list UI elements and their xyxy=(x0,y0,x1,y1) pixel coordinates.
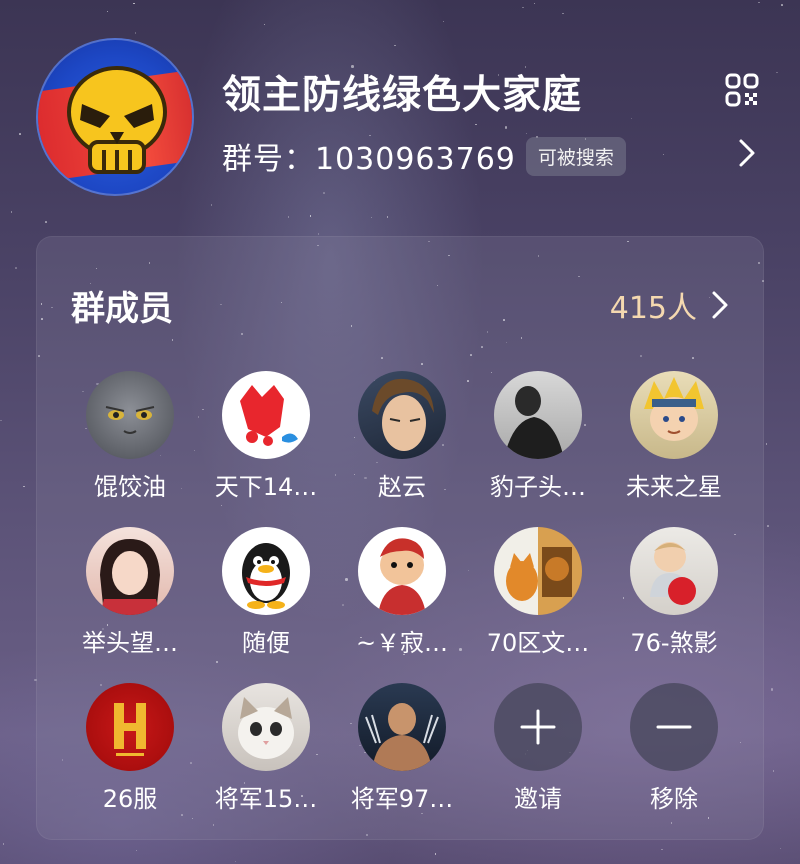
wolverine-avatar xyxy=(358,683,446,771)
member-count: 415人 xyxy=(609,291,697,326)
invite-member-button[interactable]: 邀请 xyxy=(470,683,606,814)
remove-member-button[interactable]: 移除 xyxy=(606,683,742,814)
member-item[interactable]: 举头望… xyxy=(62,527,198,658)
minus-icon xyxy=(630,683,718,771)
member-name: 随便 xyxy=(242,629,290,657)
qr-code-icon[interactable] xyxy=(724,72,760,108)
group-avatar[interactable] xyxy=(36,38,194,196)
kitten-avatar xyxy=(222,683,310,771)
remove-label: 移除 xyxy=(650,785,698,813)
member-name: 76-煞影 xyxy=(630,629,718,657)
member-item[interactable]: 76-煞影 xyxy=(606,527,742,658)
group-id: 群号：1030963769 xyxy=(222,142,516,177)
member-name: 未来之星 xyxy=(626,473,722,501)
photo-man-avatar xyxy=(494,371,582,459)
member-item[interactable]: 赵云 xyxy=(334,371,470,502)
member-item[interactable]: 随便 xyxy=(198,527,334,658)
member-name: 馄饺油 xyxy=(94,473,166,501)
cat-lion-avatar xyxy=(494,527,582,615)
member-item[interactable]: ~￥寂… xyxy=(334,527,470,658)
member-item[interactable]: 26服 xyxy=(62,683,198,814)
group-members-card: 群成员 415人 馄饺油 天下14… 赵云 豹子头… 未来之星 举头望… 随便 … xyxy=(36,236,764,840)
member-item[interactable]: 天下14… xyxy=(198,371,334,502)
members-count-link[interactable]: 415人 xyxy=(610,283,729,327)
cartoon-player-avatar xyxy=(358,527,446,615)
ninja-kid-avatar xyxy=(630,371,718,459)
cosplay-girl-avatar xyxy=(86,527,174,615)
group-id-row: 群号：1030963769 可被搜索 xyxy=(222,134,626,178)
plus-icon xyxy=(494,683,582,771)
member-name: 举头望… xyxy=(82,629,178,657)
skull-icon xyxy=(67,66,167,174)
member-item[interactable]: 未来之星 xyxy=(606,371,742,502)
red-mascot-avatar xyxy=(222,371,310,459)
member-item[interactable]: 70区文… xyxy=(470,527,606,658)
member-item[interactable]: 豹子头… xyxy=(470,371,606,502)
group-name: 领主防线绿色大家庭 xyxy=(222,73,583,118)
member-name: 将军15… xyxy=(214,785,318,813)
group-header[interactable]: 领主防线绿色大家庭 群号：1030963769 可被搜索 xyxy=(0,0,800,230)
member-name: 70区文… xyxy=(486,629,590,657)
grey-cat-avatar xyxy=(86,371,174,459)
chevron-right-icon[interactable] xyxy=(736,138,758,168)
member-name: 赵云 xyxy=(378,473,426,501)
member-item[interactable]: 馄饺油 xyxy=(62,371,198,502)
red-h-logo-avatar xyxy=(86,683,174,771)
invite-label: 邀请 xyxy=(514,785,562,813)
searchable-badge: 可被搜索 xyxy=(525,136,626,176)
qq-penguin-avatar xyxy=(222,527,310,615)
baby-avatar xyxy=(630,527,718,615)
members-section-title: 群成员 xyxy=(71,289,173,329)
member-item[interactable]: 将军15… xyxy=(198,683,334,814)
member-item[interactable]: 将军97… xyxy=(334,683,470,814)
member-name: 豹子头… xyxy=(490,473,586,501)
member-name: ~￥寂… xyxy=(355,629,449,657)
anime-warrior-avatar xyxy=(358,371,446,459)
member-name: 26服 xyxy=(102,785,158,813)
member-name: 将军97… xyxy=(350,785,454,813)
member-name: 天下14… xyxy=(214,473,318,501)
chevron-right-icon xyxy=(712,291,728,319)
